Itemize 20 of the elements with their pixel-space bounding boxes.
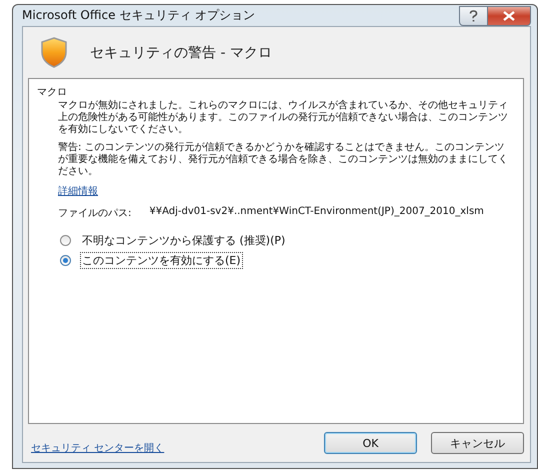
message-paragraph: 警告: このコンテンツの発行元が信頼できるかどうかを確認することはできません。このコンテンツが重要な機能を備えており、発行元が信頼できる場合を除き、このコンテンツは無効のままにしてください。 [58, 142, 509, 178]
close-button[interactable] [488, 6, 531, 26]
path-label: ファイルのパス: [58, 207, 132, 220]
close-icon [503, 11, 515, 21]
radio-button[interactable] [60, 254, 71, 266]
file-path: ¥¥Adj-dv01-sv2¥..nment¥WinCT-Environment(JP)_2007_2010_xlsm [149, 206, 484, 219]
help-button[interactable] [459, 6, 488, 26]
help-icon [469, 10, 478, 22]
radio-label[interactable]: 不明なコンテンツから保護する (推奨)(P) [80, 232, 288, 248]
radio-button[interactable] [60, 234, 71, 246]
shield-icon [40, 37, 68, 68]
window-title: Microsoft Office セキュリティ オプション [22, 7, 256, 24]
radio-label[interactable]: このコンテンツを有効にする(E) [80, 252, 243, 268]
section-title: マクロ [37, 86, 68, 99]
ok-button[interactable]: OK [324, 432, 417, 454]
trust-center-link[interactable]: セキュリティ センターを開く [31, 441, 164, 455]
details-link[interactable]: 詳細情報 [58, 184, 98, 198]
cancel-button[interactable]: キャンセル [431, 432, 524, 454]
dialog-heading: セキュリティの警告 - マクロ [90, 44, 272, 62]
message-paragraph: マクロが無効にされました。これらのマクロには、ウイルスが含まれているか、その他セキュリティ上の危険性がある可能性があります。このファイルの発行元が信頼できない場合は、このコンテンツを有効にしないでください。 [58, 100, 509, 136]
